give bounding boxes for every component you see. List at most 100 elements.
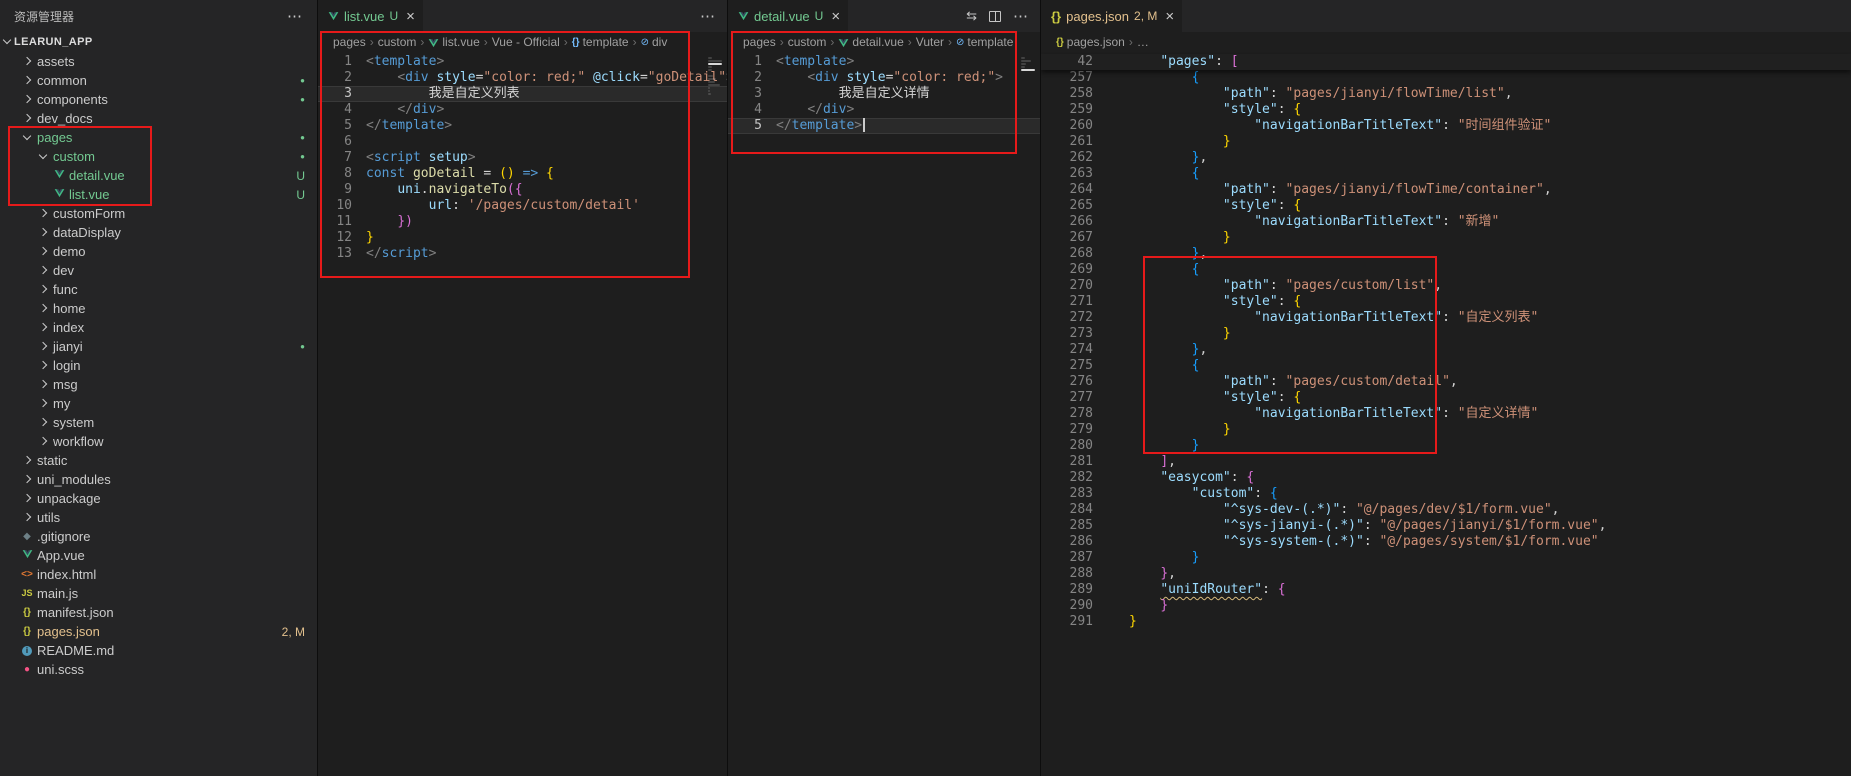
breadcrumb-item[interactable]: custom <box>378 35 417 49</box>
tab-detail-vue[interactable]: detail.vue U × <box>728 0 849 32</box>
breadcrumb-item[interactable]: Vuter <box>916 35 944 49</box>
breadcrumb-item[interactable]: ⊘template <box>956 35 1013 49</box>
tree-item-home[interactable]: home <box>0 299 317 318</box>
tree-item-common[interactable]: common● <box>0 71 317 90</box>
code-editor-detail-vue[interactable]: 1<template>2 <div style="color: red;">3 … <box>728 52 1040 776</box>
tree-item-list-vue[interactable]: list.vueU <box>0 185 317 204</box>
tree-item-msg[interactable]: msg <box>0 375 317 394</box>
tree-item-custom[interactable]: custom● <box>0 147 317 166</box>
code-line: 258 "path": "pages/jianyi/flowTime/list"… <box>1041 86 1851 102</box>
line-number: 283 <box>1041 486 1129 502</box>
line-number: 270 <box>1041 278 1129 294</box>
tree-item-datadisplay[interactable]: dataDisplay <box>0 223 317 242</box>
code-line: 279 } <box>1041 422 1851 438</box>
breadcrumb-item[interactable]: list.vue <box>428 35 479 49</box>
tree-item-unpackage[interactable]: unpackage <box>0 489 317 508</box>
chevron-right-icon <box>36 321 50 335</box>
split-icon[interactable] <box>989 11 1001 22</box>
breadcrumb-separator: › <box>484 35 488 49</box>
tree-item-jianyi[interactable]: jianyi● <box>0 337 317 356</box>
tree-item-manifest-json[interactable]: {}manifest.json <box>0 603 317 622</box>
chevron-right-icon <box>20 511 34 525</box>
tree-item-detail-vue[interactable]: detail.vueU <box>0 166 317 185</box>
tree-item--gitignore[interactable]: ◆.gitignore <box>0 527 317 546</box>
line-number: 274 <box>1041 342 1129 358</box>
code-editor-pages-json[interactable]: 42 "pages": [257 {258 "path": "pages/jia… <box>1041 52 1851 776</box>
tree-item-app-vue[interactable]: App.vue <box>0 546 317 565</box>
tree-item-demo[interactable]: demo <box>0 242 317 261</box>
tree-item-login[interactable]: login <box>0 356 317 375</box>
tab-pages-json[interactable]: {} pages.json 2, M × <box>1041 0 1183 32</box>
code-line: 289 "uniIdRouter": { <box>1041 582 1851 598</box>
braces-icon: {} <box>572 37 580 48</box>
compare-icon[interactable]: ⇆ <box>966 8 977 24</box>
tree-item-pages[interactable]: pages● <box>0 128 317 147</box>
more-actions-icon[interactable]: ⋯ <box>287 7 303 25</box>
tab-list-vue[interactable]: list.vue U × <box>318 0 424 32</box>
line-number: 260 <box>1041 118 1129 134</box>
line-number: 273 <box>1041 326 1129 342</box>
tree-item-index-html[interactable]: <>index.html <box>0 565 317 584</box>
breadcrumb-item[interactable]: {}template <box>572 35 629 49</box>
tab-bar-1: list.vue U × ⋯ <box>318 0 727 32</box>
code-line: 274 }, <box>1041 342 1851 358</box>
close-icon[interactable]: × <box>406 8 415 25</box>
code-line: 264 "path": "pages/jianyi/flowTime/conta… <box>1041 182 1851 198</box>
breadcrumb-item[interactable]: pages <box>743 35 776 49</box>
tree-item-uni-modules[interactable]: uni_modules <box>0 470 317 489</box>
code-editor-list-vue[interactable]: 1<template>2 <div style="color: red;" @c… <box>318 52 727 776</box>
line-number: 265 <box>1041 198 1129 214</box>
code-line: 1<template> <box>728 54 1040 70</box>
git-badge: U <box>296 169 317 183</box>
tree-item-workflow[interactable]: workflow <box>0 432 317 451</box>
close-icon[interactable]: × <box>831 8 840 25</box>
close-icon[interactable]: × <box>1165 8 1174 25</box>
code-line: 284 "^sys-dev-(.*)": "@/pages/dev/$1/for… <box>1041 502 1851 518</box>
breadcrumb-item[interactable]: ⊘div <box>641 35 668 49</box>
tree-item-customform[interactable]: customForm <box>0 204 317 223</box>
code-line: 273 } <box>1041 326 1851 342</box>
line-number: 284 <box>1041 502 1129 518</box>
minimap[interactable] <box>1021 57 1037 776</box>
tree-item-components[interactable]: components● <box>0 90 317 109</box>
tree-item-utils[interactable]: utils <box>0 508 317 527</box>
code-line: 6 <box>318 134 727 150</box>
tree-item-my[interactable]: my <box>0 394 317 413</box>
tree-item-dev-docs[interactable]: dev_docs <box>0 109 317 128</box>
tree-item-system[interactable]: system <box>0 413 317 432</box>
more-icon[interactable]: ⋯ <box>700 7 715 25</box>
tree-item-pages-json[interactable]: {}pages.json2, M <box>0 622 317 641</box>
tree-item-assets[interactable]: assets <box>0 52 317 71</box>
tree-item-label: workflow <box>53 434 104 449</box>
code-line: 267 } <box>1041 230 1851 246</box>
line-number: 272 <box>1041 310 1129 326</box>
breadcrumb-item[interactable]: custom <box>788 35 827 49</box>
line-number: 280 <box>1041 438 1129 454</box>
tree-item-static[interactable]: static <box>0 451 317 470</box>
tree-item-index[interactable]: index <box>0 318 317 337</box>
tree-item-readme-md[interactable]: iREADME.md <box>0 641 317 660</box>
breadcrumb-item[interactable]: … <box>1137 35 1149 49</box>
line-number: 262 <box>1041 150 1129 166</box>
breadcrumb-item[interactable]: {}pages.json <box>1056 35 1125 49</box>
tree-item-dev[interactable]: dev <box>0 261 317 280</box>
line-number: 5 <box>728 118 776 134</box>
tree-item-main-js[interactable]: JSmain.js <box>0 584 317 603</box>
breadcrumb-item[interactable]: detail.vue <box>838 35 903 49</box>
code-line: 275 { <box>1041 358 1851 374</box>
minimap[interactable] <box>708 57 724 776</box>
code-line: 262 }, <box>1041 150 1851 166</box>
breadcrumb-item[interactable]: Vue - Official <box>492 35 560 49</box>
tab-bar-3: {} pages.json 2, M × <box>1041 0 1851 32</box>
tree-item-uni-scss[interactable]: ●uni.scss <box>0 660 317 679</box>
breadcrumb-separator: › <box>908 35 912 49</box>
changes-dot: ● <box>300 342 317 351</box>
changes-dot: ● <box>300 152 317 161</box>
line-number: 278 <box>1041 406 1129 422</box>
project-root-row[interactable]: LEARUN_APP <box>0 32 317 52</box>
breadcrumb-item[interactable]: pages <box>333 35 366 49</box>
vue-icon <box>20 548 34 564</box>
more-icon[interactable]: ⋯ <box>1013 7 1028 25</box>
tree-item-func[interactable]: func <box>0 280 317 299</box>
explorer-header: 资源管理器 ⋯ <box>0 0 317 32</box>
